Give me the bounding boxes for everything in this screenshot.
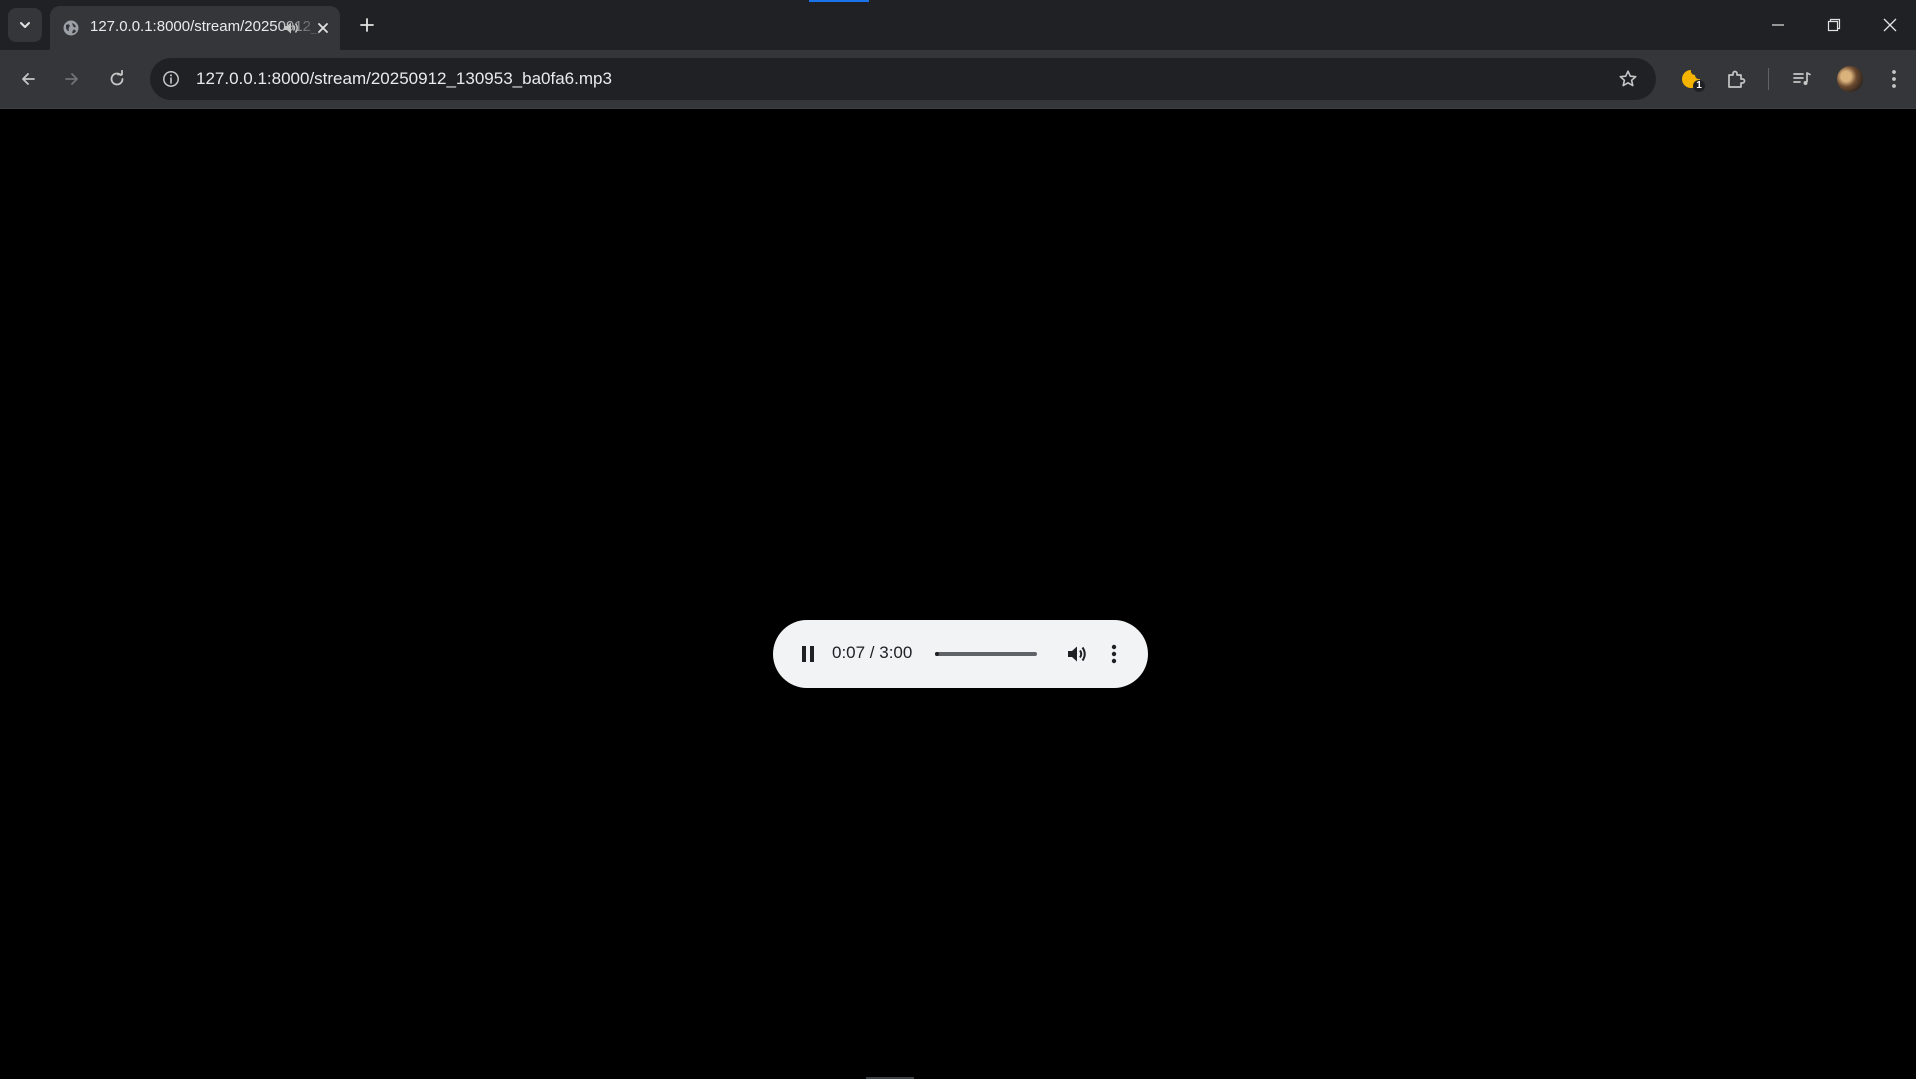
close-icon <box>318 23 328 33</box>
new-tab-button[interactable] <box>353 11 381 39</box>
tab-strip: 127.0.0.1:8000/stream/20250912_130953_ba… <box>0 0 1916 50</box>
arrow-left-icon <box>22 73 35 85</box>
site-info-button[interactable] <box>160 68 182 90</box>
close-icon <box>1883 18 1897 32</box>
plus-icon <box>360 18 374 32</box>
forward-button[interactable] <box>56 63 88 95</box>
restore-button[interactable] <box>1806 0 1862 50</box>
toolbar-divider <box>1768 68 1769 90</box>
volume-icon <box>1068 646 1086 662</box>
info-icon <box>163 71 179 87</box>
more-vertical-icon <box>1892 70 1896 88</box>
extension-badge: 1 <box>1693 80 1705 92</box>
profile-avatar[interactable] <box>1837 66 1863 92</box>
tab-search-button[interactable] <box>8 8 42 42</box>
reload-icon <box>110 70 124 86</box>
star-icon <box>1619 70 1637 87</box>
back-button[interactable] <box>12 63 44 95</box>
pause-button[interactable] <box>794 640 822 668</box>
active-tab[interactable]: 127.0.0.1:8000/stream/20250912_130953_ba… <box>50 6 340 50</box>
minimize-icon <box>1772 24 1784 26</box>
arrow-right-icon <box>65 73 78 85</box>
url-text[interactable]: 127.0.0.1:8000/stream/20250912_130953_ba… <box>196 69 612 89</box>
bookmark-button[interactable] <box>1616 67 1640 91</box>
content-top-border <box>0 108 1916 109</box>
restore-icon <box>1827 18 1841 32</box>
tab-strip-accent <box>809 0 869 2</box>
pause-icon <box>802 646 814 662</box>
media-queue-icon <box>1793 72 1811 85</box>
more-vertical-icon <box>1111 644 1117 664</box>
time-display: 0:07 / 3:00 <box>832 643 913 662</box>
chevron-down-icon <box>20 22 30 28</box>
media-controls-button[interactable] <box>1786 63 1818 95</box>
chrome-menu-button[interactable] <box>1878 63 1910 95</box>
extensions-menu-button[interactable] <box>1720 63 1752 95</box>
seek-bar[interactable] <box>935 652 1037 656</box>
volume-button[interactable] <box>1063 640 1091 668</box>
window-close-button[interactable] <box>1862 0 1916 50</box>
extension-button[interactable]: 1 <box>1675 63 1707 95</box>
reload-button[interactable] <box>101 63 133 95</box>
browser-toolbar: 127.0.0.1:8000/stream/20250912_130953_ba… <box>0 50 1916 108</box>
speaker-icon[interactable] <box>282 19 300 37</box>
minimize-button[interactable] <box>1750 0 1806 50</box>
globe-icon <box>63 20 79 36</box>
puzzle-icon <box>1728 70 1746 88</box>
tab-close-button[interactable] <box>312 17 334 39</box>
seek-bar-progress <box>935 652 940 656</box>
audio-player: 0:07 / 3:00 <box>773 620 1148 688</box>
address-bar[interactable]: 127.0.0.1:8000/stream/20250912_130953_ba… <box>150 58 1656 100</box>
player-options-button[interactable] <box>1102 640 1126 668</box>
